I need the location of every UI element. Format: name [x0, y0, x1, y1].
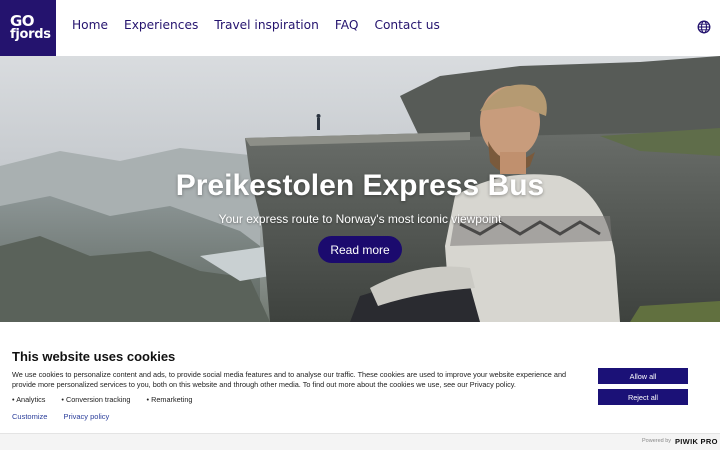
main-nav: Home Experiences Travel inspiration FAQ … — [72, 18, 440, 32]
privacy-policy-link[interactable]: Privacy policy — [63, 412, 109, 421]
cookie-banner: This website uses cookies We use cookies… — [0, 322, 720, 433]
cookie-links: Customize Privacy policy — [12, 412, 109, 421]
piwik-pro-logo: PIWIK PRO — [675, 437, 718, 446]
powered-by-bar: Powered by PIWIK PRO — [0, 433, 720, 450]
hero-section: Preikestolen Express Bus Your express ro… — [0, 56, 720, 322]
read-more-button[interactable]: Read more — [318, 236, 402, 263]
nav-faq[interactable]: FAQ — [335, 18, 359, 32]
hero-subtitle: Your express route to Norway's most icon… — [218, 212, 502, 226]
logo-line2: fjords — [10, 27, 51, 42]
option-remarketing[interactable]: • Remarketing — [146, 395, 192, 404]
powered-by-label: Powered by — [642, 438, 672, 444]
option-analytics[interactable]: • Analytics — [12, 395, 45, 404]
reject-all-button[interactable]: Reject all — [598, 389, 688, 405]
customize-link[interactable]: Customize — [12, 412, 47, 421]
gofjords-logo[interactable]: GO fjords — [0, 0, 56, 56]
option-analytics-label: Analytics — [16, 395, 46, 404]
option-conversion-tracking-label: Conversion tracking — [65, 395, 131, 404]
nav-travel-inspiration[interactable]: Travel inspiration — [214, 18, 319, 32]
nav-home[interactable]: Home — [72, 18, 108, 32]
nav-experiences[interactable]: Experiences — [124, 18, 198, 32]
option-conversion-tracking[interactable]: • Conversion tracking — [61, 395, 130, 404]
logo-line1: GO — [10, 12, 35, 30]
nav-contact-us[interactable]: Contact us — [374, 18, 439, 32]
cookie-banner-title: This website uses cookies — [12, 349, 176, 364]
hero-title: Preikestolen Express Bus — [175, 169, 545, 202]
cookie-banner-description: We use cookies to personalize content an… — [12, 370, 567, 389]
site-header: GO fjords Home Experiences Travel inspir… — [0, 0, 720, 56]
option-remarketing-label: Remarketing — [151, 395, 193, 404]
cookie-options: • Analytics • Conversion tracking • Rema… — [12, 395, 192, 404]
allow-all-button[interactable]: Allow all — [598, 368, 688, 384]
globe-icon[interactable] — [697, 20, 711, 34]
